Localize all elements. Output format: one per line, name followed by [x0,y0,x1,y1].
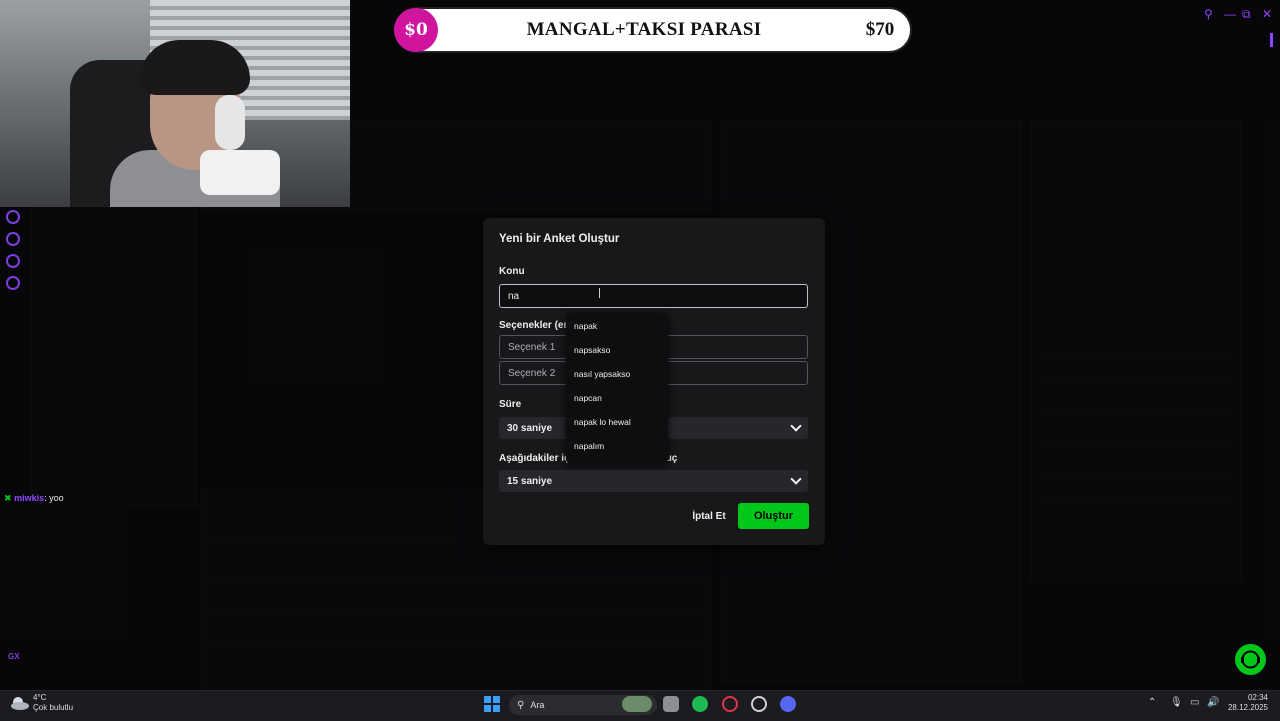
autocomplete-item[interactable]: napak [574,321,597,331]
chevron-up-icon[interactable]: ⌃ [1148,697,1156,708]
text-cursor-icon [599,288,602,298]
temperature: 4°C [33,693,47,702]
chat-message: ✖ miwkis: yoo [4,493,64,504]
home-icon[interactable] [6,210,20,224]
result-duration-select[interactable]: 15 saniye [499,470,808,492]
gx-label: GX [8,652,20,661]
options-label: Seçenekler (en [499,320,570,331]
cancel-button[interactable]: İptal Et [685,506,733,526]
topic-input[interactable] [499,284,808,308]
clock-time: 02:34 [1247,693,1268,702]
spotify-icon[interactable] [692,696,708,712]
chevron-down-icon [790,420,802,432]
settings-icon[interactable] [6,276,20,290]
person-hair [140,40,250,95]
opera-gx-icon[interactable] [722,696,738,712]
autocomplete-item[interactable]: napsakso [574,345,610,355]
autocomplete-item[interactable]: nasıl yapsakso [574,369,630,379]
duration-value: 30 saniye [507,422,553,434]
duration-label: Süre [499,399,522,410]
topic-label: Konu [499,266,525,277]
goal-title: MANGAL+TAKSI PARASI [526,19,762,40]
close-icon[interactable]: ✕ [1262,8,1274,20]
chevron-down-icon [790,473,802,485]
restore-icon[interactable]: ⧉ [1242,8,1254,20]
search-icon[interactable]: ⚲ [1204,8,1216,20]
goal-start-amount: $0 [394,8,438,52]
create-button[interactable]: Oluştur [738,503,809,529]
result-duration-value: 15 saniye [507,475,553,487]
chat-text: : yoo [44,493,64,503]
modal-title: Yeni bir Anket Oluştur [499,233,620,245]
taskbar-clock[interactable]: 02:34 28.12.2025 [1222,693,1268,713]
search-icon: ⚲ [517,699,525,711]
microphone [200,150,280,195]
weather-condition: Çok bulutlu [33,703,74,712]
autocomplete-item[interactable]: napak lo hewal [574,417,631,427]
monitor-icon[interactable]: ▭ [1190,697,1199,708]
volume-icon[interactable]: 🔊 [1207,697,1219,708]
windows-start-icon[interactable] [484,696,500,712]
autocomplete-item[interactable]: napcan [574,393,602,403]
search-placeholder: Ara [530,700,545,710]
clock-icon[interactable] [6,232,20,246]
autocomplete-dropdown: napak napsakso nasıl yapsakso napcan nap… [566,313,668,463]
discord-icon[interactable] [780,696,796,712]
chat-float-button[interactable] [1235,644,1266,675]
microphone-icon[interactable]: 🎙 [1170,697,1183,708]
chat-username[interactable]: miwkis [14,493,44,503]
weather-icon [11,697,29,710]
sidebar-accent-bar [1270,33,1273,47]
headset [215,95,245,150]
badge-icon: ✖ [4,493,12,503]
cube-icon[interactable] [6,254,20,268]
steam-icon[interactable] [751,696,767,712]
search-highlight-image [622,696,652,712]
autocomplete-item[interactable]: napalım [574,441,604,451]
donation-goal-bar: $0 MANGAL+TAKSI PARASI $70 [394,7,912,53]
chat-float-icon [1241,650,1260,669]
clock-date: 28.12.2025 [1227,703,1268,712]
minimize-icon[interactable]: — [1224,8,1236,20]
file-explorer-icon[interactable] [663,696,679,712]
goal-target-amount: $70 [865,19,895,40]
webcam-feed [0,0,350,207]
weather-widget[interactable]: 4°C Çok bulutlu [33,693,73,713]
